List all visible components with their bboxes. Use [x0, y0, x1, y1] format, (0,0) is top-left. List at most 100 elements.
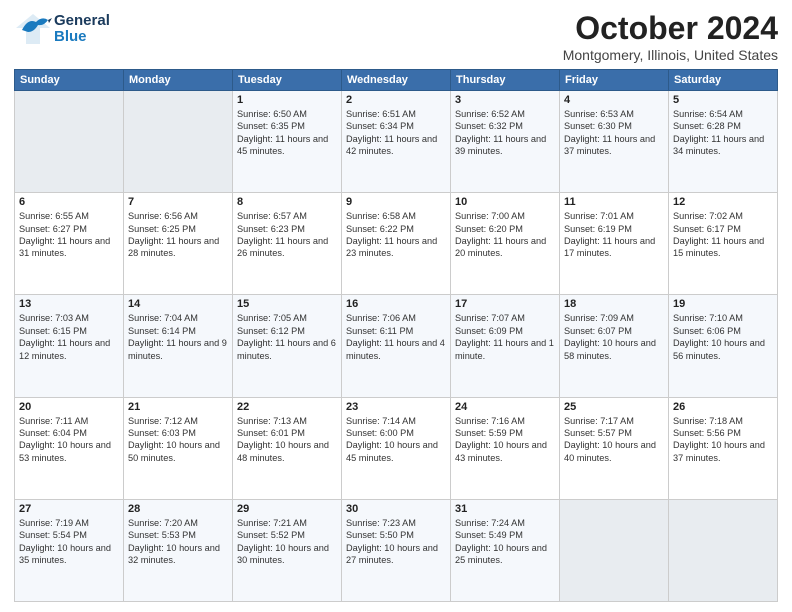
day-number: 20	[19, 401, 119, 413]
day-info: Sunrise: 7:14 AMSunset: 6:00 PMDaylight:…	[346, 415, 446, 465]
day-info: Sunrise: 6:51 AMSunset: 6:34 PMDaylight:…	[346, 108, 446, 158]
day-info: Sunrise: 7:13 AMSunset: 6:01 PMDaylight:…	[237, 415, 337, 465]
day-info: Sunrise: 6:54 AMSunset: 6:28 PMDaylight:…	[673, 108, 773, 158]
calendar-cell: 11 Sunrise: 7:01 AMSunset: 6:19 PMDayligh…	[560, 193, 669, 295]
day-info: Sunrise: 7:10 AMSunset: 6:06 PMDaylight:…	[673, 312, 773, 362]
calendar-cell: 8Sunrise: 6:57 AMSunset: 6:23 PMDaylight…	[233, 193, 342, 295]
calendar-cell: 28 Sunrise: 7:20 AMSunset: 5:53 PMDayligh…	[124, 499, 233, 601]
calendar-cell: 20 Sunrise: 7:11 AMSunset: 6:04 PMDayligh…	[15, 397, 124, 499]
day-number: 16	[346, 298, 446, 310]
day-info: Sunrise: 6:58 AMSunset: 6:22 PMDaylight:…	[346, 210, 446, 260]
day-number: 28	[128, 503, 228, 515]
page: General Blue October 2024 Montgomery, Il…	[0, 0, 792, 612]
calendar-cell: 12Sunrise: 7:02 AMSunset: 6:17 PMDayligh…	[669, 193, 778, 295]
calendar-cell: 1 Sunrise: 6:50 AMSunset: 6:35 PMDaylight…	[233, 91, 342, 193]
calendar-cell: 15Sunrise: 7:05 AMSunset: 6:12 PMDayligh…	[233, 295, 342, 397]
calendar-cell: 30Sunrise: 7:23 AMSunset: 5:50 PMDayligh…	[342, 499, 451, 601]
calendar-cell: 18Sunrise: 7:09 AMSunset: 6:07 PMDayligh…	[560, 295, 669, 397]
calendar-cell	[560, 499, 669, 601]
day-number: 14	[128, 298, 228, 310]
day-info: Sunrise: 6:53 AMSunset: 6:30 PMDaylight:…	[564, 108, 664, 158]
calendar-week-row: 20 Sunrise: 7:11 AMSunset: 6:04 PMDayligh…	[15, 397, 778, 499]
header: General Blue October 2024 Montgomery, Il…	[14, 10, 778, 63]
calendar-header-monday: Monday	[124, 70, 233, 91]
calendar-week-row: 27 Sunrise: 7:19 AMSunset: 5:54 PMDayligh…	[15, 499, 778, 601]
calendar-cell: 29Sunrise: 7:21 AMSunset: 5:52 PMDayligh…	[233, 499, 342, 601]
day-info: Sunrise: 7:07 AMSunset: 6:09 PMDaylight:…	[455, 312, 555, 362]
calendar-header-wednesday: Wednesday	[342, 70, 451, 91]
calendar-cell: 27 Sunrise: 7:19 AMSunset: 5:54 PMDayligh…	[15, 499, 124, 601]
day-number: 17	[455, 298, 555, 310]
calendar-cell: 31Sunrise: 7:24 AMSunset: 5:49 PMDayligh…	[451, 499, 560, 601]
day-info: Sunrise: 7:03 AMSunset: 6:15 PMDaylight:…	[19, 312, 119, 362]
calendar-week-row: 13 Sunrise: 7:03 AMSunset: 6:15 PMDayligh…	[15, 295, 778, 397]
day-number: 23	[346, 401, 446, 413]
calendar-cell: 16 Sunrise: 7:06 AMSunset: 6:11 PMDayligh…	[342, 295, 451, 397]
day-info: Sunrise: 7:05 AMSunset: 6:12 PMDaylight:…	[237, 312, 337, 362]
day-info: Sunrise: 7:06 AMSunset: 6:11 PMDaylight:…	[346, 312, 446, 362]
calendar-cell: 21 Sunrise: 7:12 AMSunset: 6:03 PMDayligh…	[124, 397, 233, 499]
day-info: Sunrise: 7:20 AMSunset: 5:53 PMDaylight:…	[128, 517, 228, 567]
day-info: Sunrise: 6:55 AMSunset: 6:27 PMDaylight:…	[19, 210, 119, 260]
calendar-cell: 7Sunrise: 6:56 AMSunset: 6:25 PMDaylight…	[124, 193, 233, 295]
day-number: 10	[455, 196, 555, 208]
calendar-header-row: SundayMondayTuesdayWednesdayThursdayFrid…	[15, 70, 778, 91]
calendar-cell	[669, 499, 778, 601]
day-info: Sunrise: 7:11 AMSunset: 6:04 PMDaylight:…	[19, 415, 119, 465]
day-number: 12	[673, 196, 773, 208]
day-number: 30	[346, 503, 446, 515]
day-info: Sunrise: 7:24 AMSunset: 5:49 PMDaylight:…	[455, 517, 555, 567]
main-title: October 2024	[563, 10, 778, 47]
logo-label: General Blue	[54, 13, 110, 46]
calendar-cell: 17 Sunrise: 7:07 AMSunset: 6:09 PMDayligh…	[451, 295, 560, 397]
day-number: 24	[455, 401, 555, 413]
day-info: Sunrise: 7:04 AMSunset: 6:14 PMDaylight:…	[128, 312, 228, 362]
day-info: Sunrise: 7:16 AMSunset: 5:59 PMDaylight:…	[455, 415, 555, 465]
calendar-cell: 9Sunrise: 6:58 AMSunset: 6:22 PMDaylight…	[342, 193, 451, 295]
calendar-week-row: 1 Sunrise: 6:50 AMSunset: 6:35 PMDaylight…	[15, 91, 778, 193]
subtitle: Montgomery, Illinois, United States	[563, 47, 778, 63]
day-info: Sunrise: 7:21 AMSunset: 5:52 PMDaylight:…	[237, 517, 337, 567]
calendar-cell: 5Sunrise: 6:54 AMSunset: 6:28 PMDaylight…	[669, 91, 778, 193]
day-info: Sunrise: 7:09 AMSunset: 6:07 PMDaylight:…	[564, 312, 664, 362]
day-info: Sunrise: 7:19 AMSunset: 5:54 PMDaylight:…	[19, 517, 119, 567]
calendar-header-friday: Friday	[560, 70, 669, 91]
day-info: Sunrise: 6:52 AMSunset: 6:32 PMDaylight:…	[455, 108, 555, 158]
calendar-cell: 25 Sunrise: 7:17 AMSunset: 5:57 PMDayligh…	[560, 397, 669, 499]
calendar-cell: 10 Sunrise: 7:00 AMSunset: 6:20 PMDayligh…	[451, 193, 560, 295]
calendar-cell: 6 Sunrise: 6:55 AMSunset: 6:27 PMDaylight…	[15, 193, 124, 295]
day-number: 11	[564, 196, 664, 208]
title-block: October 2024 Montgomery, Illinois, Unite…	[563, 10, 778, 63]
day-info: Sunrise: 7:17 AMSunset: 5:57 PMDaylight:…	[564, 415, 664, 465]
day-info: Sunrise: 6:56 AMSunset: 6:25 PMDaylight:…	[128, 210, 228, 260]
calendar-week-row: 6 Sunrise: 6:55 AMSunset: 6:27 PMDaylight…	[15, 193, 778, 295]
day-info: Sunrise: 7:00 AMSunset: 6:20 PMDaylight:…	[455, 210, 555, 260]
calendar-cell: 2Sunrise: 6:51 AMSunset: 6:34 PMDaylight…	[342, 91, 451, 193]
day-number: 1	[237, 94, 337, 106]
day-info: Sunrise: 7:01 AMSunset: 6:19 PMDaylight:…	[564, 210, 664, 260]
calendar-header-sunday: Sunday	[15, 70, 124, 91]
calendar-cell: 3Sunrise: 6:52 AMSunset: 6:32 PMDaylight…	[451, 91, 560, 193]
logo-general-text: General	[54, 13, 110, 30]
day-number: 4	[564, 94, 664, 106]
day-number: 22	[237, 401, 337, 413]
day-number: 27	[19, 503, 119, 515]
day-number: 25	[564, 401, 664, 413]
calendar-cell: 23 Sunrise: 7:14 AMSunset: 6:00 PMDayligh…	[342, 397, 451, 499]
logo-bird-icon	[14, 10, 52, 48]
day-number: 6	[19, 196, 119, 208]
calendar-cell	[124, 91, 233, 193]
day-info: Sunrise: 7:12 AMSunset: 6:03 PMDaylight:…	[128, 415, 228, 465]
logo-blue-text: Blue	[54, 29, 110, 46]
day-number: 13	[19, 298, 119, 310]
calendar-cell: 19Sunrise: 7:10 AMSunset: 6:06 PMDayligh…	[669, 295, 778, 397]
calendar-table: SundayMondayTuesdayWednesdayThursdayFrid…	[14, 69, 778, 602]
calendar-cell: 14 Sunrise: 7:04 AMSunset: 6:14 PMDayligh…	[124, 295, 233, 397]
day-number: 26	[673, 401, 773, 413]
logo: General Blue	[14, 10, 110, 48]
day-info: Sunrise: 6:57 AMSunset: 6:23 PMDaylight:…	[237, 210, 337, 260]
calendar-cell: 24 Sunrise: 7:16 AMSunset: 5:59 PMDayligh…	[451, 397, 560, 499]
day-number: 21	[128, 401, 228, 413]
calendar-cell: 4 Sunrise: 6:53 AMSunset: 6:30 PMDaylight…	[560, 91, 669, 193]
day-info: Sunrise: 6:50 AMSunset: 6:35 PMDaylight:…	[237, 108, 337, 158]
